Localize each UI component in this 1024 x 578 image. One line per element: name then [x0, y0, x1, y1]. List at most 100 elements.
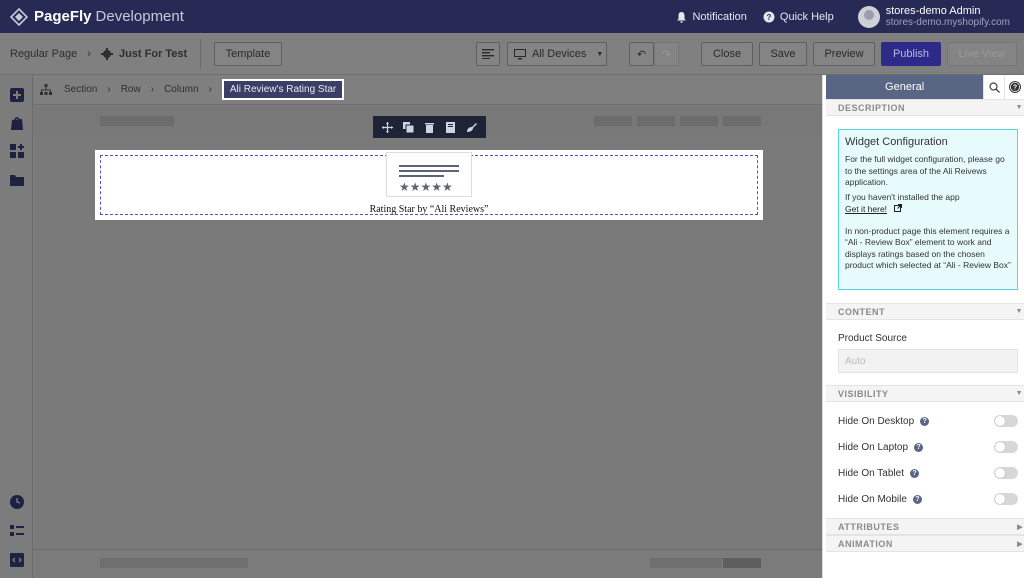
add-element-icon[interactable]	[9, 87, 25, 103]
section-content-title: CONTENT	[838, 306, 885, 317]
layout-text-button[interactable]	[476, 42, 500, 66]
hide-on-desktop-row: Hide On Desktop ?	[838, 414, 1018, 428]
editor-canvas[interactable]: ★★★★★ Rating Star by “Ali Reviews”	[34, 106, 822, 549]
hide-on-laptop-toggle[interactable]	[994, 441, 1018, 453]
placeholder-bar	[100, 558, 248, 568]
publish-button[interactable]: Publish	[881, 42, 941, 66]
rating-star-element[interactable]: ★★★★★ Rating Star by “Ali Reviews”	[95, 150, 763, 220]
section-content-header[interactable]: CONTENT ▼	[826, 303, 1024, 320]
hide-on-desktop-toggle[interactable]	[994, 415, 1018, 427]
tab-general[interactable]: General	[826, 75, 984, 99]
section-visibility-header[interactable]: VISIBILITY ▼	[826, 385, 1024, 402]
notice-title: Widget Configuration	[845, 136, 948, 148]
chevron-down-icon: ▼	[1015, 308, 1023, 315]
undo-icon: ↶	[636, 48, 647, 61]
breadcrumb-row[interactable]: Row	[121, 84, 141, 95]
user-shop: stores-demo.myshopify.com	[885, 16, 1010, 28]
hide-on-tablet-row: Hide On Tablet ?	[838, 466, 1018, 480]
rating-star-label: Rating Star by “Ali Reviews”	[369, 204, 489, 215]
element-toolbar	[373, 116, 486, 138]
section-attributes-header[interactable]: ATTRIBUTES ▶	[826, 518, 1024, 535]
gear-icon[interactable]	[100, 48, 113, 60]
hide-on-tablet-label: Hide On Tablet	[838, 467, 904, 479]
list-icon[interactable]	[9, 523, 25, 539]
grid-add-icon[interactable]	[9, 143, 25, 159]
quick-help-button[interactable]: ? Quick Help	[763, 11, 834, 23]
element-breadcrumb: Section › Row › Column › Ali Review's Ra…	[34, 75, 822, 105]
page-name[interactable]: Just For Test	[119, 48, 187, 60]
rating-star-preview: ★★★★★	[386, 152, 472, 197]
hide-on-mobile-row: Hide On Mobile ?	[838, 492, 1018, 506]
history-clock-icon[interactable]	[9, 494, 25, 510]
device-select[interactable]: All Devices ▼	[507, 42, 607, 66]
notice-text: For the full widget configuration, pleas…	[845, 154, 1005, 187]
placeholder-bar	[650, 558, 722, 568]
hide-on-laptop-label: Hide On Laptop	[838, 441, 909, 453]
device-select-value: All Devices	[532, 48, 587, 60]
template-button[interactable]: Template	[214, 42, 282, 66]
hide-on-desktop-label: Hide On Desktop	[838, 415, 915, 427]
product-source-input[interactable]: Auto	[838, 349, 1018, 373]
chevron-right-icon: ›	[87, 48, 91, 60]
section-animation-header[interactable]: ANIMATION ▶	[826, 535, 1024, 552]
placeholder-line	[399, 175, 444, 177]
chevron-right-icon: ›	[150, 84, 155, 95]
breadcrumb-section[interactable]: Section	[64, 84, 97, 95]
hide-on-mobile-toggle[interactable]	[994, 493, 1018, 505]
redo-icon: ↷	[661, 48, 672, 61]
help-button[interactable]: ?	[1004, 75, 1024, 99]
close-button[interactable]: Close	[701, 42, 753, 66]
help-icon[interactable]: ?	[920, 416, 930, 426]
product-source-placeholder: Auto	[845, 355, 866, 367]
placeholder-bar	[100, 116, 174, 126]
user-menu[interactable]: stores-demo Admin stores-demo.myshopify.…	[857, 5, 1010, 29]
undo-button[interactable]: ↶	[629, 42, 654, 66]
redo-button[interactable]: ↷	[654, 42, 679, 66]
avatar	[857, 5, 880, 28]
trash-icon[interactable]	[424, 122, 435, 133]
preview-button[interactable]: Preview	[813, 42, 875, 66]
placeholder-bar	[637, 116, 675, 126]
star-rating-icon: ★★★★★	[399, 180, 453, 194]
duplicate-icon[interactable]	[403, 121, 414, 133]
brand-logo[interactable]: PageFly Development	[10, 7, 184, 26]
help-icon[interactable]: ?	[912, 494, 922, 504]
chevron-right-icon: ▶	[1017, 523, 1023, 531]
section-description-title: DESCRIPTION	[838, 102, 906, 113]
section-description-header[interactable]: DESCRIPTION ▼	[826, 99, 1024, 116]
breadcrumb-active-element[interactable]: Ali Review's Rating Star	[221, 79, 345, 100]
breadcrumb-column[interactable]: Column	[164, 84, 198, 95]
notification-label: Notification	[692, 10, 747, 23]
live-view-button[interactable]: Live View	[947, 42, 1017, 66]
move-icon[interactable]	[382, 121, 393, 133]
notice-text: In non-product page this element require…	[845, 225, 1011, 271]
brand-name: PageFly	[34, 8, 92, 25]
hide-on-mobile-label: Hide On Mobile	[838, 493, 907, 505]
section-visibility-title: VISIBILITY	[838, 388, 889, 399]
save-section-icon[interactable]	[445, 121, 456, 133]
folder-icon[interactable]	[9, 172, 25, 188]
notification-button[interactable]: Notification	[676, 10, 747, 23]
help-icon[interactable]: ?	[909, 468, 919, 478]
search-icon	[989, 81, 1000, 93]
quick-help-label: Quick Help	[779, 10, 834, 23]
get-it-here-link[interactable]: Get it here!	[845, 204, 887, 214]
canvas-footer	[34, 549, 822, 578]
page-type-link[interactable]: Regular Page	[10, 48, 77, 60]
placeholder-bar	[594, 116, 632, 126]
placeholder-bar	[680, 116, 718, 126]
product-source-label: Product Source	[838, 333, 907, 344]
hide-on-tablet-toggle[interactable]	[994, 467, 1018, 479]
search-button[interactable]	[983, 75, 1004, 99]
page-breadcrumb: Regular Page › Just For Test	[10, 33, 187, 75]
left-sidebar	[0, 75, 33, 578]
code-icon[interactable]	[9, 552, 25, 568]
save-button[interactable]: Save	[759, 42, 807, 66]
editor-toolbar: Regular Page › Just For Test Template Al…	[0, 33, 1024, 75]
style-brush-icon[interactable]	[466, 122, 477, 133]
shopify-bag-icon[interactable]	[9, 115, 25, 131]
external-link-icon[interactable]	[894, 204, 903, 212]
sitemap-icon[interactable]	[40, 83, 52, 96]
section-attributes-title: ATTRIBUTES	[838, 521, 900, 532]
help-icon[interactable]: ?	[914, 442, 924, 452]
